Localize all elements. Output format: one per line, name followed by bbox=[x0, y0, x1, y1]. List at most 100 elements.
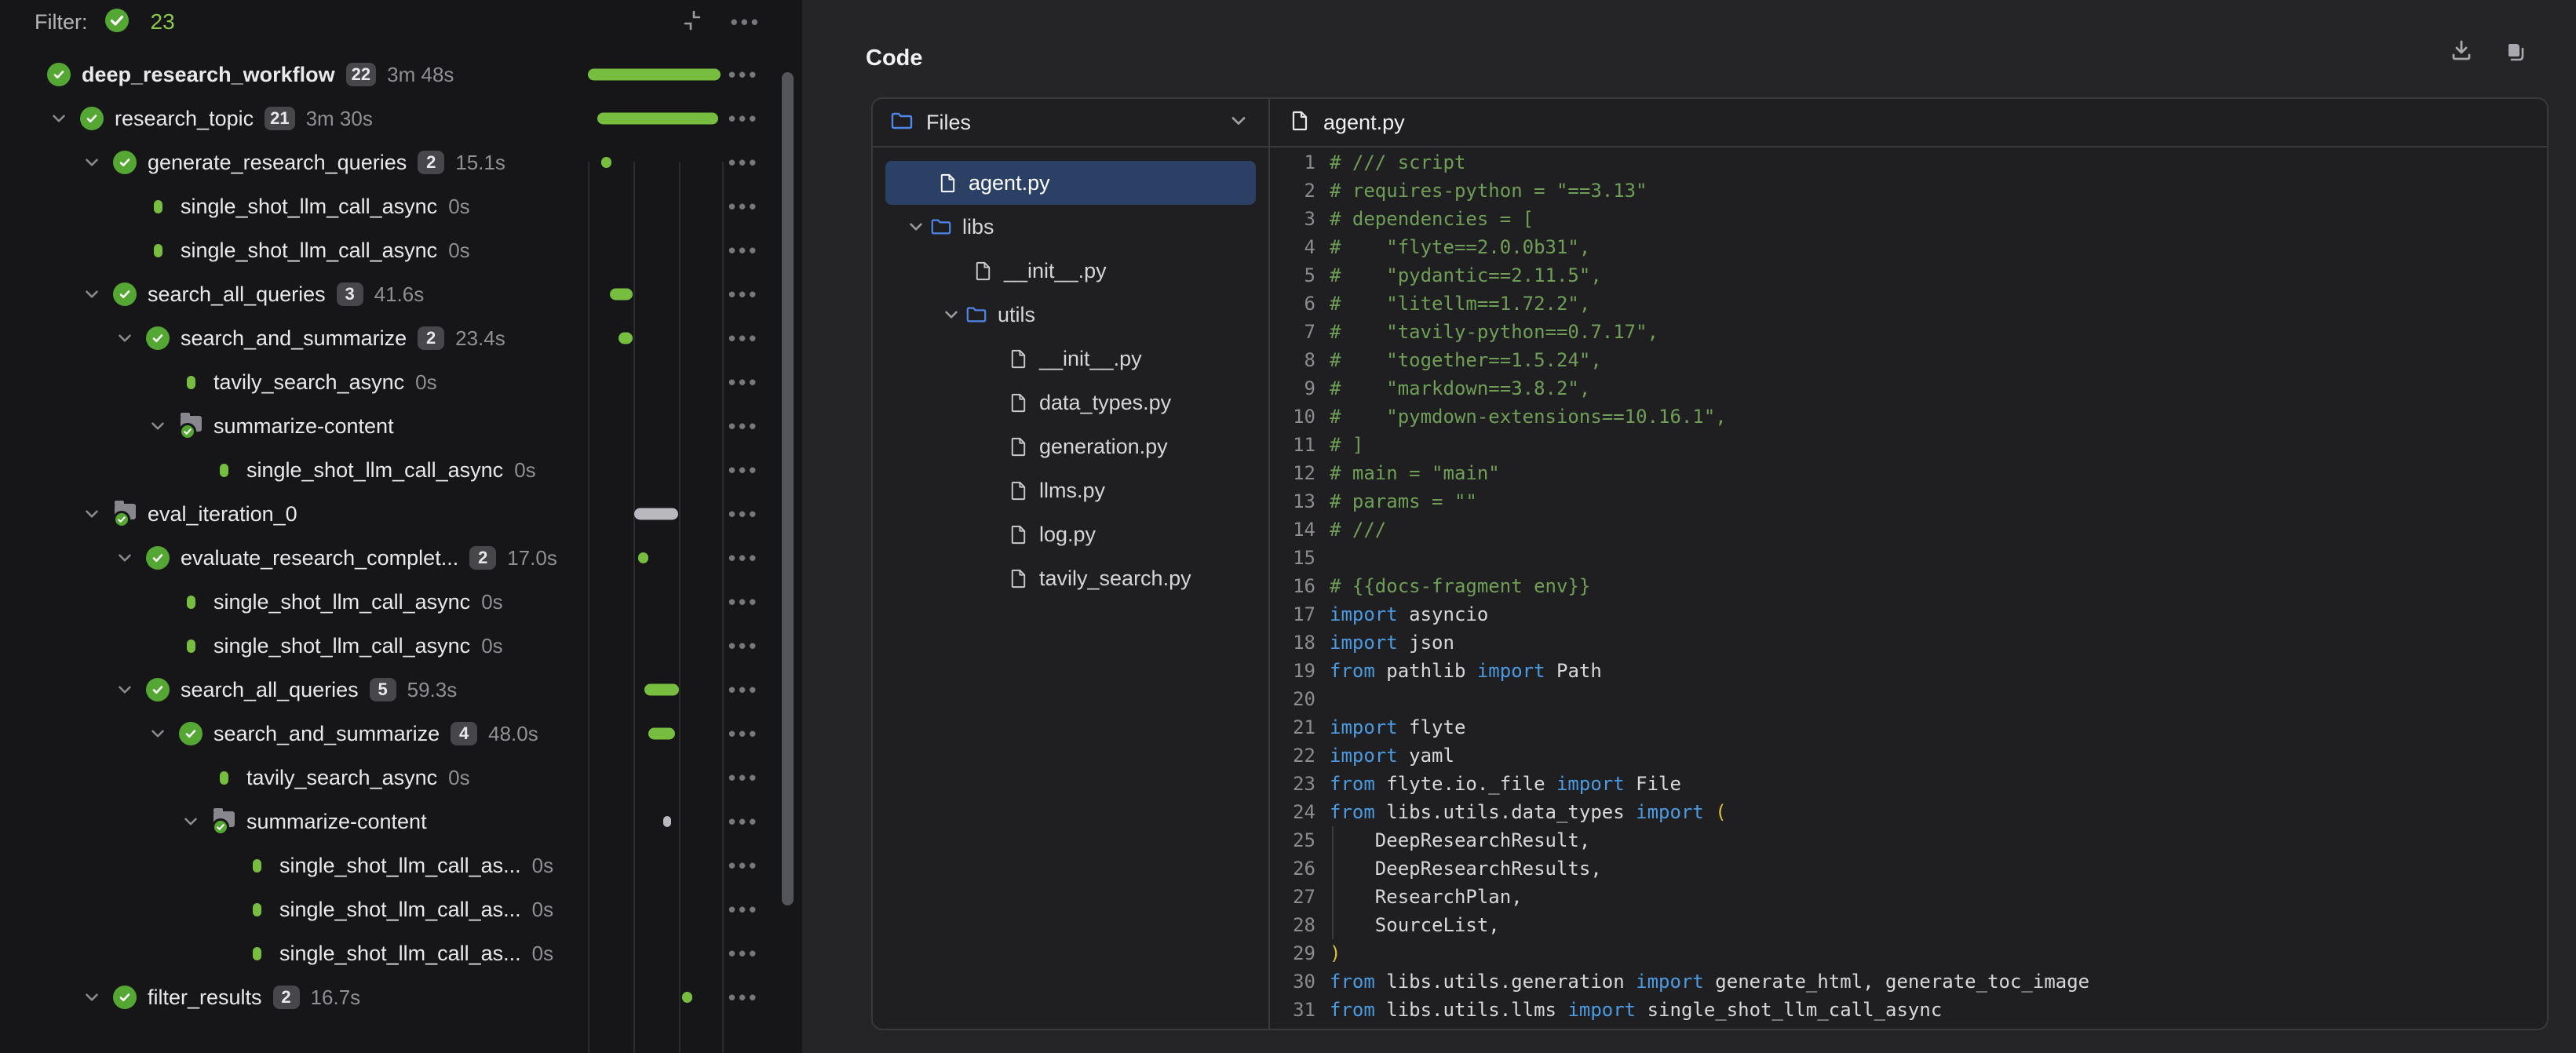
download-icon[interactable] bbox=[2449, 38, 2474, 67]
row-menu-icon[interactable]: ••• bbox=[728, 108, 759, 129]
row-menu-icon[interactable]: ••• bbox=[728, 592, 759, 612]
tree-row[interactable]: single_shot_llm_call_async0s••• bbox=[0, 228, 802, 272]
chevron-down-icon[interactable] bbox=[80, 502, 104, 526]
line-number: 16 bbox=[1270, 572, 1315, 600]
chevron-down-icon[interactable] bbox=[1228, 110, 1250, 136]
row-menu-icon[interactable]: ••• bbox=[728, 372, 759, 392]
tree-scrollbar[interactable] bbox=[782, 72, 794, 905]
tree-row[interactable]: search_all_queries559.3s••• bbox=[0, 668, 802, 712]
file-name: data_types.py bbox=[1039, 391, 1171, 415]
timeline-dot bbox=[682, 992, 692, 1003]
copy-icon[interactable] bbox=[2502, 38, 2527, 67]
code-text: SourceList, bbox=[1330, 914, 1500, 936]
chevron-down-icon[interactable] bbox=[113, 546, 137, 570]
file-tree-item--init-py[interactable]: __init__.py bbox=[885, 249, 1256, 293]
folder-icon bbox=[929, 216, 953, 238]
row-menu-icon[interactable]: ••• bbox=[728, 548, 759, 568]
file-tree-item-tavily-search-py[interactable]: tavily_search.py bbox=[885, 556, 1256, 600]
chevron-spacer bbox=[212, 854, 235, 877]
tree-row[interactable]: summarize-content••• bbox=[0, 800, 802, 843]
tree-row[interactable]: single_shot_llm_call_async0s••• bbox=[0, 580, 802, 624]
tree-row[interactable]: single_shot_llm_call_async0s••• bbox=[0, 448, 802, 492]
tree-row[interactable]: search_and_summarize448.0s••• bbox=[0, 712, 802, 756]
row-menu-icon[interactable]: ••• bbox=[728, 723, 759, 744]
row-menu-icon[interactable]: ••• bbox=[728, 767, 759, 788]
chevron-down-icon[interactable] bbox=[113, 678, 137, 701]
row-menu-icon[interactable]: ••• bbox=[728, 328, 759, 348]
code-line: 1# /// script bbox=[1270, 148, 2547, 177]
line-number: 27 bbox=[1270, 883, 1315, 911]
chevron-down-icon[interactable] bbox=[113, 326, 137, 350]
panel-menu-icon[interactable]: ••• bbox=[731, 12, 761, 32]
task-duration: 59.3s bbox=[407, 678, 458, 702]
tree-row[interactable]: search_all_queries341.6s••• bbox=[0, 272, 802, 316]
tree-row[interactable]: single_shot_llm_call_async0s••• bbox=[0, 624, 802, 668]
code-line: 17import asyncio bbox=[1270, 600, 2547, 629]
row-menu-icon[interactable]: ••• bbox=[728, 64, 759, 85]
chevron-down-icon[interactable] bbox=[146, 722, 170, 745]
row-menu-icon[interactable]: ••• bbox=[728, 943, 759, 964]
task-label: single_shot_llm_call_async bbox=[181, 195, 437, 219]
file-tree-item-data-types-py[interactable]: data_types.py bbox=[885, 381, 1256, 424]
task-success-icon bbox=[113, 282, 137, 307]
tree-row[interactable]: tavily_search_async0s••• bbox=[0, 360, 802, 404]
file-tree-item--init-py[interactable]: __init__.py bbox=[885, 337, 1256, 381]
task-label: summarize-content bbox=[213, 414, 394, 439]
timeline-bar bbox=[644, 684, 679, 696]
row-menu-icon[interactable]: ••• bbox=[728, 416, 759, 436]
chevron-down-icon[interactable] bbox=[80, 282, 104, 306]
tree-row[interactable]: search_and_summarize223.4s••• bbox=[0, 316, 802, 360]
tree-row[interactable]: summarize-content ••• bbox=[0, 404, 802, 448]
row-menu-icon[interactable]: ••• bbox=[728, 680, 759, 700]
row-menu-icon[interactable]: ••• bbox=[728, 504, 759, 524]
code-editor[interactable]: 1# /// script2# requires-python = "==3.1… bbox=[1270, 148, 2547, 1029]
tree-row[interactable]: eval_iteration_0••• bbox=[0, 492, 802, 536]
row-menu-icon[interactable]: ••• bbox=[728, 987, 759, 1007]
row-menu-icon[interactable]: ••• bbox=[728, 152, 759, 173]
row-menu-icon[interactable]: ••• bbox=[728, 811, 759, 832]
tree-row[interactable]: tavily_search_async0s••• bbox=[0, 756, 802, 800]
file-tree-item-agent-py[interactable]: agent.py bbox=[885, 161, 1256, 205]
chevron-down-icon[interactable] bbox=[179, 810, 203, 833]
file-tree-item-generation-py[interactable]: generation.py bbox=[885, 424, 1256, 468]
tree-row[interactable]: evaluate_research_complet...217.0s••• bbox=[0, 536, 802, 580]
task-leaf-dot-icon bbox=[245, 941, 268, 966]
timeline-bar bbox=[588, 69, 721, 81]
row-menu-icon[interactable]: ••• bbox=[728, 284, 759, 304]
tree-row[interactable]: single_shot_llm_call_as...0s••• bbox=[0, 887, 802, 931]
tree-row[interactable]: single_shot_llm_call_async0s••• bbox=[0, 184, 802, 228]
code-text: # "markdown==3.8.2", bbox=[1330, 377, 1590, 399]
task-label: evaluate_research_complet... bbox=[181, 546, 458, 570]
row-menu-icon[interactable]: ••• bbox=[728, 855, 759, 876]
row-menu-icon[interactable]: ••• bbox=[728, 460, 759, 480]
chevron-down-icon[interactable] bbox=[80, 986, 104, 1009]
row-menu-icon[interactable]: ••• bbox=[728, 636, 759, 656]
chevron-down-icon[interactable] bbox=[938, 304, 965, 325]
filter-status-check-icon[interactable] bbox=[105, 9, 129, 36]
code-tab[interactable]: agent.py bbox=[1270, 99, 2547, 148]
file-tree-item-llms-py[interactable]: llms.py bbox=[885, 468, 1256, 512]
chevron-down-icon[interactable] bbox=[80, 151, 104, 174]
tree-row[interactable]: filter_results216.7s••• bbox=[0, 975, 802, 1019]
chevron-down-icon[interactable] bbox=[47, 107, 71, 130]
file-tree-item-log-py[interactable]: log.py bbox=[885, 512, 1256, 556]
row-menu-icon[interactable]: ••• bbox=[728, 240, 759, 261]
code-text: # "litellm==1.72.2", bbox=[1330, 293, 1590, 315]
files-header[interactable]: Files bbox=[873, 99, 1268, 148]
tree-row[interactable]: single_shot_llm_call_as...0s••• bbox=[0, 843, 802, 887]
file-tree-item-libs[interactable]: libs bbox=[885, 205, 1256, 249]
check-circle-icon bbox=[113, 986, 137, 1009]
tree-row[interactable]: generate_research_queries215.1s••• bbox=[0, 140, 802, 184]
task-label: single_shot_llm_call_as... bbox=[279, 898, 521, 922]
chevron-down-icon[interactable] bbox=[903, 217, 929, 237]
collapse-panel-icon[interactable] bbox=[680, 9, 704, 36]
tree-row[interactable]: research_topic213m 30s••• bbox=[0, 97, 802, 140]
tree-row[interactable]: deep_research_workflow223m 48s••• bbox=[0, 53, 802, 97]
row-menu-icon[interactable]: ••• bbox=[728, 899, 759, 920]
tree-row[interactable]: single_shot_llm_call_as...0s••• bbox=[0, 931, 802, 975]
file-tree-item-utils[interactable]: utils bbox=[885, 293, 1256, 337]
task-duration: 0s bbox=[514, 458, 535, 483]
chevron-down-icon[interactable] bbox=[146, 414, 170, 438]
row-menu-icon[interactable]: ••• bbox=[728, 196, 759, 217]
task-duration: 23.4s bbox=[455, 326, 505, 351]
